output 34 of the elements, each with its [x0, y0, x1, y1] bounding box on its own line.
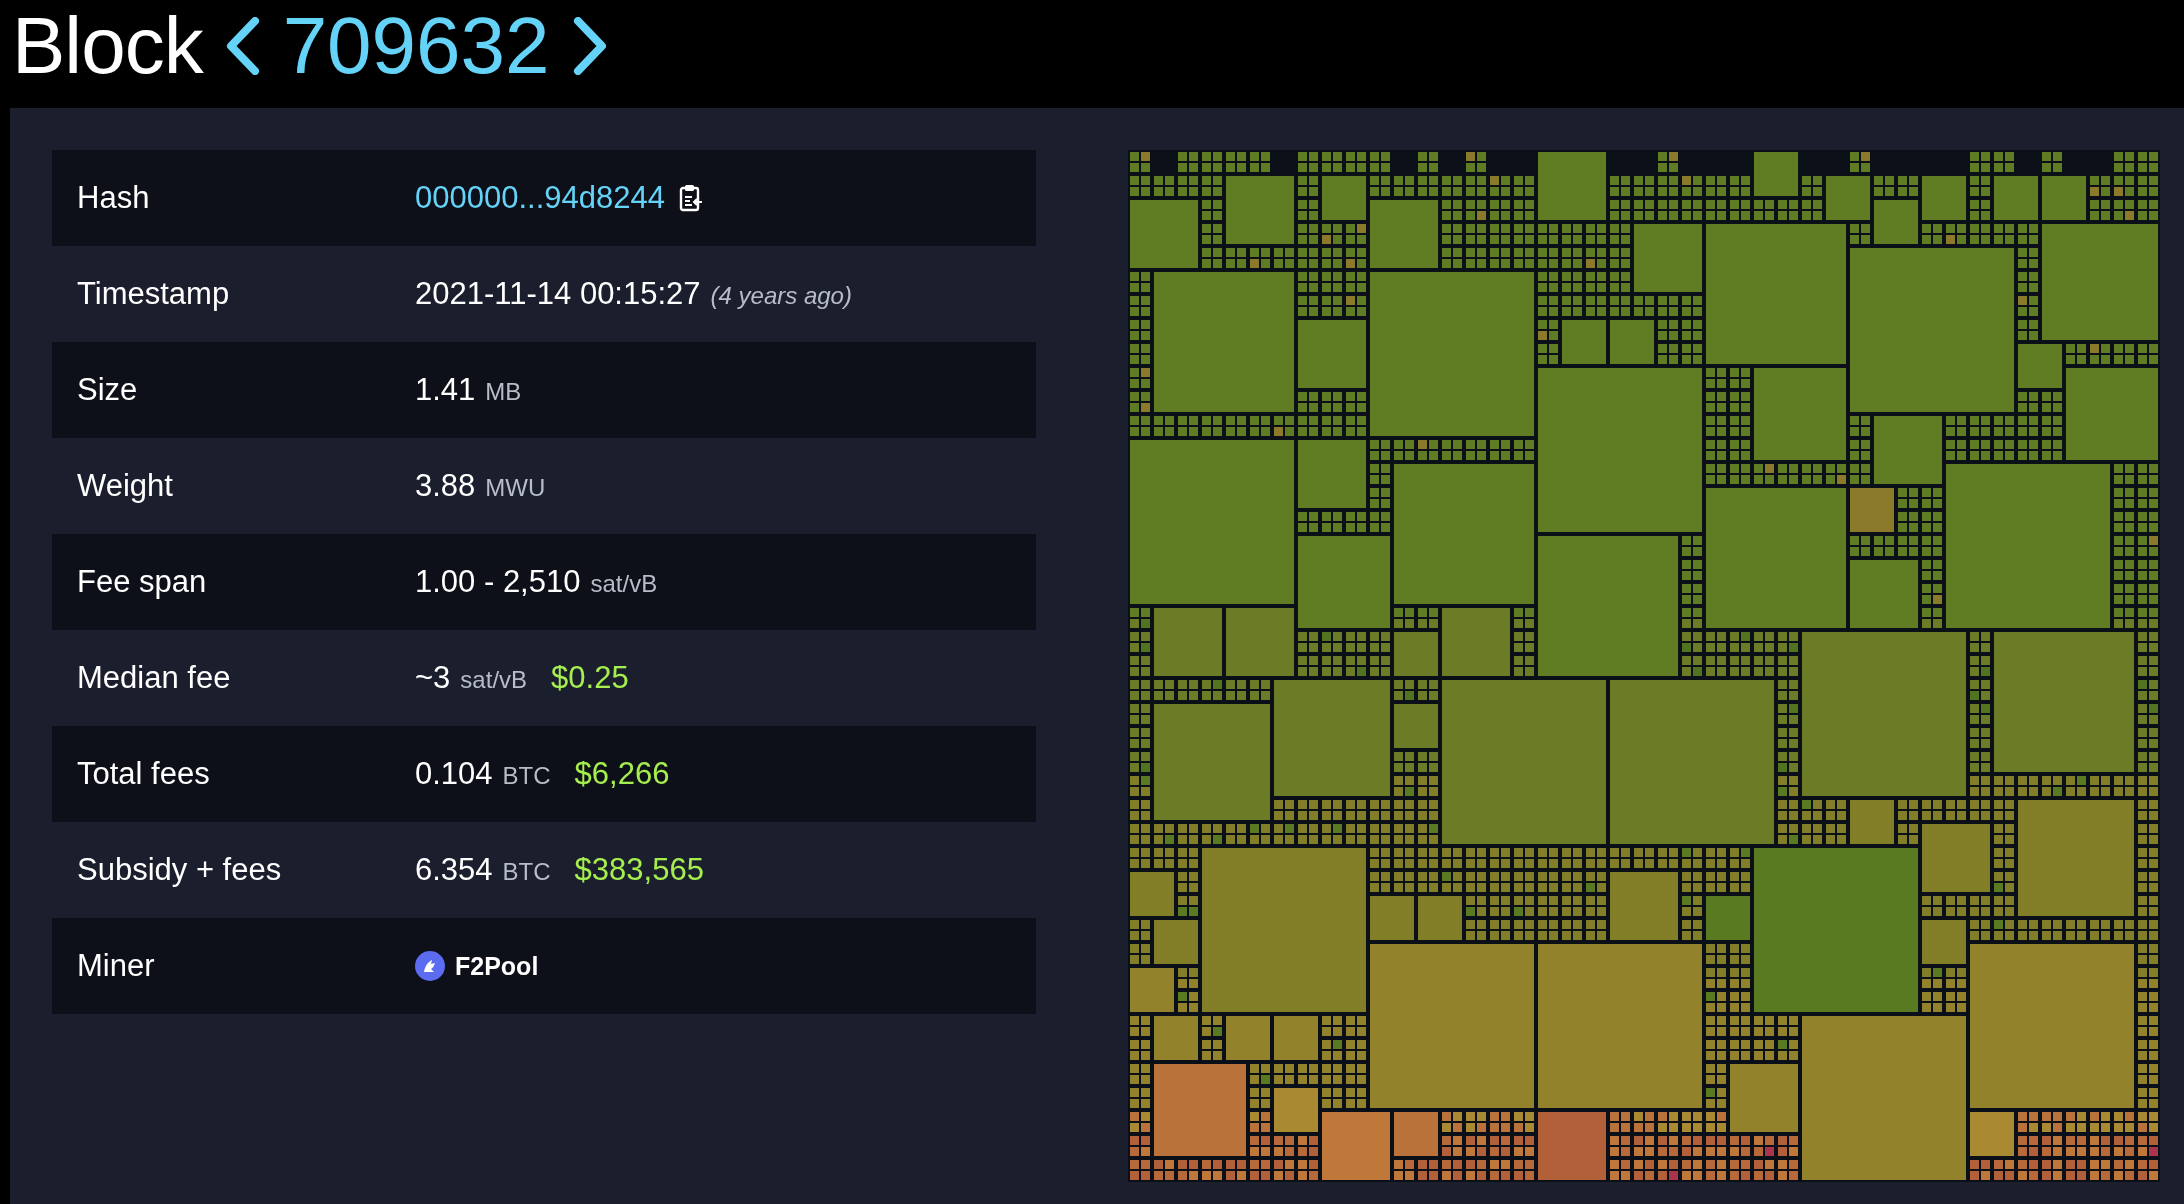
field-label: Total fees [77, 756, 211, 792]
field-value: ~3 [415, 660, 451, 696]
field-label: Fee span [77, 564, 208, 600]
clipboard-icon[interactable] [678, 184, 703, 212]
field-value: 1.00 - 2,510 [415, 564, 581, 600]
miner-link[interactable]: F2Pool [455, 951, 539, 981]
field-label: Weight [77, 468, 174, 504]
field-label: Subsidy + fees [77, 852, 283, 888]
field-label: Hash [77, 180, 151, 216]
fiat-value: $0.25 [551, 660, 629, 696]
fiat-value: $6,266 [574, 756, 670, 792]
field-value: 0.104 [415, 756, 493, 792]
previous-block-icon[interactable] [224, 17, 261, 75]
page-title: Block [12, 6, 203, 86]
block-height: 709632 [282, 6, 550, 86]
field-value: 1.41 [415, 372, 476, 408]
relative-time: (4 years ago) [710, 282, 852, 310]
next-block-icon[interactable] [571, 17, 608, 75]
unit-label: BTC [502, 762, 551, 790]
pool-logo-icon [415, 951, 445, 981]
unit-label: sat/vB [590, 570, 658, 598]
timestamp-value: 2021-11-14 00:15:27 [415, 276, 701, 312]
field-label: Miner [77, 948, 156, 984]
field-value: 6.354 [415, 852, 493, 888]
field-label: Timestamp [77, 276, 231, 312]
block-hash-link[interactable]: 000000...94d8244 [415, 180, 665, 216]
unit-label: MB [485, 378, 522, 406]
unit-label: sat/vB [460, 666, 528, 694]
field-label: Median fee [77, 660, 232, 696]
unit-label: BTC [502, 858, 551, 886]
fiat-value: $383,565 [574, 852, 704, 888]
field-label: Size [77, 372, 139, 408]
unit-label: MWU [485, 474, 546, 502]
field-value: 3.88 [415, 468, 476, 504]
